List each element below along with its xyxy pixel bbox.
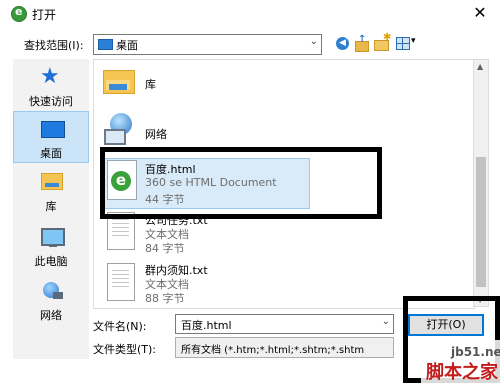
look-in-value: 桌面 (116, 39, 138, 52)
file-name: 网络 (145, 128, 167, 141)
vertical-scrollbar[interactable]: ▲ ▼ (473, 59, 489, 307)
place-desktop[interactable]: 桌面 (13, 111, 89, 163)
star-icon: ★ (40, 64, 60, 89)
filetype-label: 文件类型(T): (93, 343, 157, 356)
filetype-value: 所有文档 (*.htm;*.html;*.shtm;*.shtm (181, 345, 365, 356)
sparkle-icon: ✱ (383, 32, 392, 43)
window-title: 打开 (32, 8, 57, 22)
browser-app-icon (11, 5, 27, 22)
file-size: 88 字节 (145, 292, 185, 305)
text-document-icon (107, 263, 135, 301)
new-folder-button[interactable]: ✱ (374, 32, 391, 51)
chevron-down-icon[interactable]: ⌄ (382, 316, 390, 327)
computer-icon (41, 228, 65, 247)
place-label: 桌面 (40, 147, 62, 160)
up-folder-button[interactable]: ↑ (355, 34, 369, 52)
place-label: 网络 (40, 309, 62, 322)
place-network[interactable]: 网络 (13, 277, 89, 329)
filename-input[interactable]: 百度.html ⌄ (175, 314, 394, 334)
filename-value: 百度.html (181, 319, 232, 332)
scroll-thumb[interactable] (476, 157, 486, 287)
place-this-pc[interactable]: 此电脑 (13, 222, 89, 274)
chevron-down-icon: ▾ (411, 36, 416, 46)
desktop-icon (41, 121, 65, 138)
look-in-dropdown[interactable]: 桌面 ⌄ (93, 34, 322, 55)
arrow-up-icon: ↑ (358, 34, 367, 45)
chevron-down-icon: ⌄ (309, 36, 318, 47)
library-icon (103, 68, 135, 94)
watermark-logo: 脚本之家 (426, 362, 498, 383)
view-menu-button[interactable]: ▾ (396, 36, 420, 51)
place-label: 库 (45, 200, 57, 213)
place-library[interactable]: 库 (13, 167, 89, 219)
watermark-site: jb51.net (451, 345, 500, 359)
place-quick-access[interactable]: ★ 快速访问 (13, 62, 89, 114)
filetype-select[interactable]: 所有文档 (*.htm;*.html;*.shtm;*.shtm (175, 337, 394, 358)
place-label: 此电脑 (34, 255, 68, 268)
file-size: 84 字节 (145, 242, 185, 255)
library-icon (41, 173, 63, 190)
place-label: 快速访问 (29, 95, 73, 108)
close-button[interactable]: ✕ (468, 2, 492, 24)
annotation-box-file (100, 147, 382, 219)
look-in-label: 查找范围(I): (24, 39, 84, 52)
network-icon (43, 282, 63, 299)
places-bar: ★ 快速访问 桌面 库 此电脑 网络 (13, 59, 89, 359)
desktop-icon (98, 39, 113, 50)
view-grid-icon (396, 37, 410, 50)
title-bar: 打开 ✕ (0, 0, 500, 28)
filename-label: 文件名(N): (93, 320, 147, 333)
list-item-library[interactable]: 库 (94, 60, 474, 100)
file-name: 库 (145, 78, 156, 91)
list-item-network[interactable]: 网络 (94, 110, 474, 150)
network-icon (104, 113, 134, 145)
back-button[interactable]: ◀ (336, 37, 349, 50)
scroll-up-icon[interactable]: ▲ (477, 62, 483, 71)
